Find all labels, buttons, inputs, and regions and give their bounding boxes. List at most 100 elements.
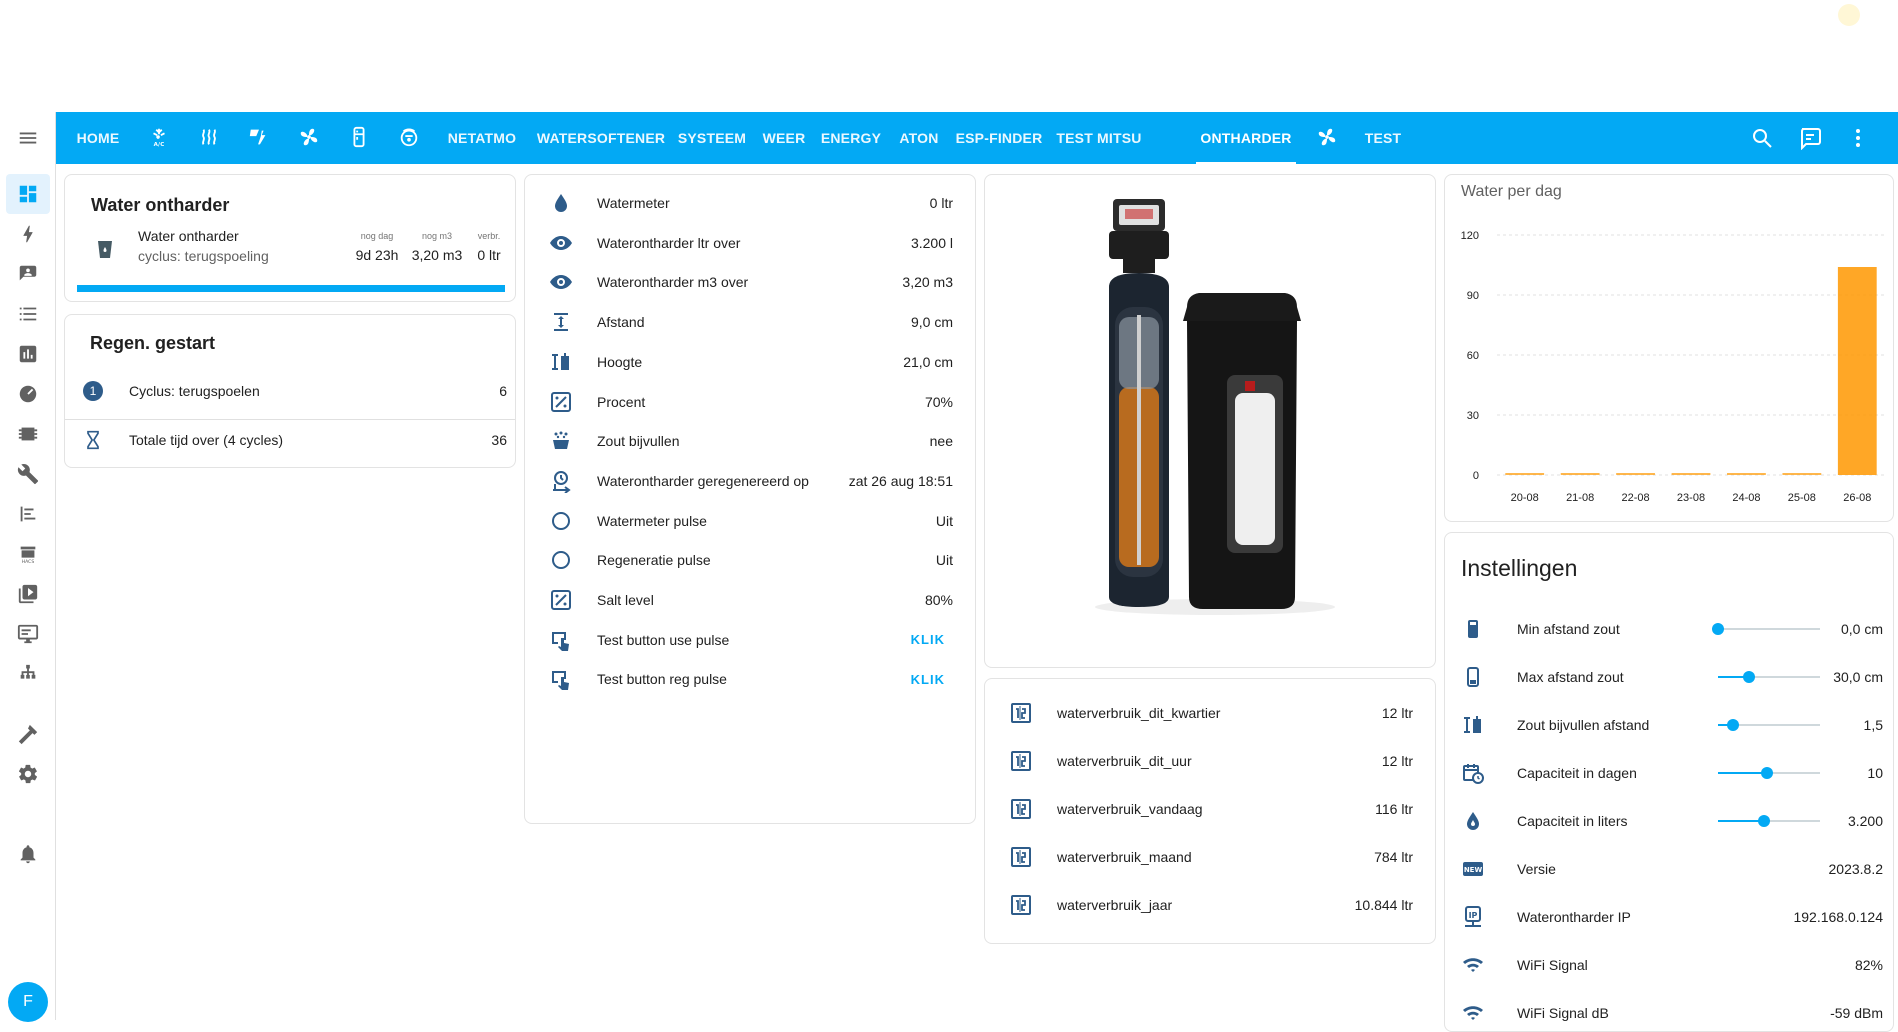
entity-label: Watermeter pulse (597, 512, 707, 529)
search-icon[interactable] (1750, 126, 1774, 150)
tab-fan-2[interactable] (1304, 112, 1350, 164)
entity-row[interactable]: Salt level 80% (549, 588, 953, 612)
top-whitespace (0, 0, 1898, 112)
y-tick-label: 30 (1467, 410, 1479, 422)
usage-row[interactable]: waterverbruik_dit_kwartier 12 ltr (1009, 701, 1413, 725)
network-icon[interactable] (6, 654, 50, 694)
developer-tools-icon[interactable] (6, 714, 50, 754)
setting-row[interactable]: WiFi Signal dB -59 dBm (1461, 1001, 1883, 1025)
tab-home[interactable]: HOME (66, 112, 130, 164)
tab-netatmo[interactable]: NETATMO (438, 112, 526, 164)
setting-label: Zout bijvullen afstand (1517, 717, 1650, 733)
energy-icon[interactable] (6, 214, 50, 254)
tab-esp-finder[interactable]: ESP-FINDER (954, 112, 1044, 164)
tab-weer[interactable]: WEER (758, 112, 810, 164)
entity-row[interactable]: Waterontharder geregenereerd op zat 26 au… (549, 469, 953, 493)
bar[interactable] (1727, 473, 1766, 475)
entity-label: Test button reg pulse (597, 671, 727, 688)
setting-row[interactable]: IP Waterontharder IP 192.168.0.124 (1461, 905, 1883, 929)
usage-row[interactable]: waterverbruik_jaar 10.844 ltr (1009, 893, 1413, 917)
cycle-number-icon: 1 (83, 381, 103, 401)
list-icon[interactable] (6, 494, 50, 534)
percent-icon (551, 590, 571, 610)
press-button[interactable]: KLIK (911, 632, 945, 647)
esphome-icon[interactable] (6, 414, 50, 454)
tools-icon[interactable] (6, 454, 50, 494)
slider-thumb[interactable] (1712, 623, 1724, 635)
slider-thumb[interactable] (1757, 815, 1770, 827)
history-icon[interactable] (6, 334, 50, 374)
entity-row[interactable]: Zout bijvullen nee (549, 429, 953, 453)
notifications-icon[interactable] (6, 834, 50, 874)
tab-systeem[interactable]: SYSTEEM (674, 112, 750, 164)
entity-value: 0 ltr (929, 195, 953, 211)
setting-row: Max afstand zout 30,0 cm (1461, 665, 1883, 689)
tab-aton[interactable]: ATON (892, 112, 946, 164)
usage-row[interactable]: waterverbruik_maand 784 ltr (1009, 845, 1413, 869)
setting-label: Max afstand zout (1517, 669, 1624, 685)
setting-row: Zout bijvullen afstand 1,5 (1461, 713, 1883, 737)
usage-card: waterverbruik_dit_kwartier 12 ltr waterver… (984, 678, 1436, 944)
bar[interactable] (1671, 473, 1711, 475)
more-vert-icon[interactable] (1846, 126, 1870, 150)
setting-row[interactable]: NEW Versie 2023.8.2 (1461, 857, 1883, 881)
slider-thumb[interactable] (1760, 767, 1773, 779)
logbook-icon[interactable] (6, 294, 50, 334)
slider-thumb[interactable] (1727, 719, 1740, 731)
stat-label: verbr. (477, 231, 501, 241)
svg-text:IP: IP (1469, 911, 1478, 920)
bar[interactable] (1616, 473, 1655, 475)
entity-row[interactable]: Procent 70% (549, 390, 953, 414)
tab-energy[interactable]: ENERGY (818, 112, 884, 164)
water-per-day-chart-card: Water per dag 120 90 60 30 0 20-08 21-08 22-08 2… (1444, 174, 1894, 522)
usage-row[interactable]: waterverbruik_dit_uur 12 ltr (1009, 749, 1413, 773)
bar[interactable] (1560, 473, 1600, 475)
tab-fan[interactable] (286, 112, 332, 164)
entity-row[interactable]: Hoogte 21,0 cm (549, 350, 953, 374)
hacs-icon[interactable]: HACS (6, 534, 50, 574)
counter-icon (1011, 751, 1031, 771)
entity-label: Waterontharder geregenereerd op (597, 472, 809, 489)
setting-row[interactable]: WiFi Signal 82% (1461, 953, 1883, 977)
entity-row[interactable]: Waterontharder m3 over 3,20 m3 (549, 270, 953, 294)
entity-row[interactable]: Watermeter pulse Uit (549, 509, 953, 533)
entity-label: Waterontharder m3 over (597, 274, 749, 291)
dashboard-gauge-icon[interactable] (6, 374, 50, 414)
usage-row[interactable]: waterverbruik_vandaag 116 ltr (1009, 797, 1413, 821)
dashboard-icon[interactable] (6, 174, 50, 214)
entity-value: 80% (924, 592, 953, 608)
setting-label: WiFi Signal (1517, 957, 1588, 973)
usage-label: waterverbruik_dit_uur (1057, 753, 1192, 769)
tab-test-mitsu[interactable]: TEST MITSU (1052, 112, 1146, 164)
bar[interactable] (1782, 473, 1822, 475)
assist-icon[interactable] (1798, 126, 1822, 150)
entity-row[interactable]: Afstand 9,0 cm (549, 310, 953, 334)
tab-watersoftener[interactable]: WATERSOFTENER (536, 112, 666, 164)
media-icon[interactable] (6, 574, 50, 614)
slider-track[interactable] (1718, 628, 1820, 630)
water-drop-icon (555, 194, 567, 212)
tab-heating[interactable] (186, 112, 232, 164)
tab-vacuum[interactable] (386, 112, 432, 164)
tab-ontharder[interactable]: ONTHARDER (1196, 112, 1296, 164)
bar[interactable] (1505, 473, 1545, 475)
terminal-icon[interactable] (6, 614, 50, 654)
entity-row[interactable]: Watermeter 0 ltr (549, 191, 953, 215)
x-tick-label: 25-08 (1788, 492, 1816, 504)
entity-row[interactable]: Waterontharder ltr over 3.200 l (549, 231, 953, 255)
settings-icon[interactable] (6, 754, 50, 794)
usage-value: 12 ltr (1381, 705, 1413, 721)
tab-test[interactable]: TEST (1356, 112, 1410, 164)
entity-row[interactable]: Regeneratie pulse Uit (549, 548, 953, 572)
slider-thumb[interactable] (1742, 671, 1755, 683)
tab-solar[interactable] (236, 112, 282, 164)
press-button[interactable]: KLIK (911, 672, 945, 687)
tab-fridge[interactable] (336, 112, 382, 164)
avatar[interactable]: F (8, 982, 48, 1022)
bar[interactable] (1837, 267, 1877, 475)
counter-icon (1011, 847, 1031, 867)
setting-row: Min afstand zout 0,0 cm (1461, 617, 1883, 641)
map-icon[interactable] (6, 254, 50, 294)
menu-icon[interactable] (0, 112, 56, 164)
tab-air-conditioner[interactable]: A/C (136, 112, 182, 164)
